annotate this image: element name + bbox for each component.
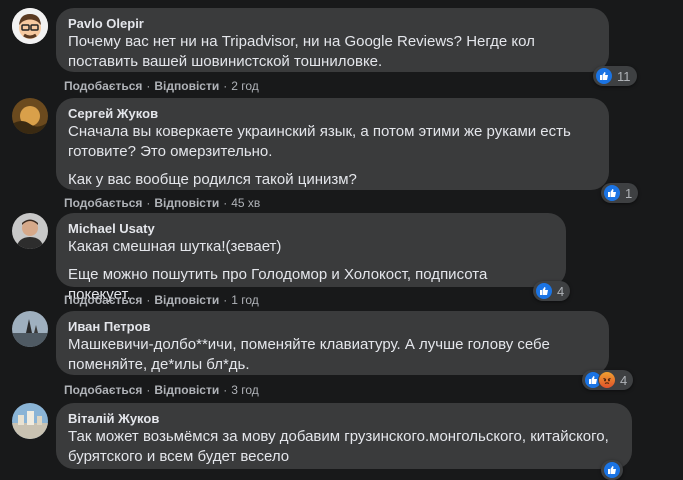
comment-bubble: Сергей Жуков Сначала вы коверкаете украи… bbox=[56, 98, 609, 190]
comment-timestamp[interactable]: 1 год bbox=[231, 293, 259, 307]
like-button[interactable]: Подобається bbox=[64, 383, 142, 397]
comment-bubble: Michael Usaty Какая смешная шутка!(зевае… bbox=[56, 213, 566, 303]
separator-dot: · bbox=[146, 196, 151, 210]
reply-button[interactable]: Відповісти bbox=[154, 196, 219, 210]
reaction-count-badge[interactable] bbox=[601, 460, 623, 480]
like-reaction-icon bbox=[595, 67, 613, 85]
like-reaction-icon bbox=[603, 461, 621, 479]
comment-author[interactable]: Pavlo Olepir bbox=[68, 15, 597, 32]
comment-bubble: Pavlo Olepir Почему вас нет ни на Tripad… bbox=[56, 8, 609, 72]
like-button[interactable]: Подобається bbox=[64, 196, 142, 210]
like-reaction-icon bbox=[603, 184, 621, 202]
separator-dot: · bbox=[223, 196, 228, 210]
separator-dot: · bbox=[146, 383, 151, 397]
reaction-count-badge[interactable]: 1 bbox=[601, 183, 639, 203]
reply-button[interactable]: Відповісти bbox=[154, 293, 219, 307]
reaction-count-badge[interactable]: 4 bbox=[582, 370, 634, 390]
angry-reaction-icon bbox=[598, 371, 616, 389]
comment-timestamp[interactable]: 3 год bbox=[231, 383, 259, 397]
comment-text: Сначала вы коверкаете украинский язык, а… bbox=[68, 123, 571, 160]
comment-timestamp[interactable]: 2 год bbox=[231, 79, 259, 93]
avatar[interactable] bbox=[12, 403, 48, 439]
comment-author[interactable]: Michael Usaty bbox=[68, 220, 554, 237]
reaction-count: 4 bbox=[557, 283, 565, 299]
comment-actions: Подобається · Відповісти · 1 год bbox=[64, 292, 259, 308]
reaction-count: 1 bbox=[625, 185, 633, 201]
reply-button[interactable]: Відповісти bbox=[154, 79, 219, 93]
like-button[interactable]: Подобається bbox=[64, 293, 142, 307]
like-reaction-icon bbox=[535, 282, 553, 300]
reaction-count: 11 bbox=[617, 68, 631, 84]
avatar[interactable] bbox=[12, 98, 48, 134]
reaction-count: 4 bbox=[620, 372, 628, 388]
separator-dot: · bbox=[146, 293, 151, 307]
comment-author[interactable]: Иван Петров bbox=[68, 318, 597, 335]
comment-author[interactable]: Віталій Жуков bbox=[68, 410, 620, 427]
comment-bubble: Віталій Жуков Так может возьмёмся за мов… bbox=[56, 403, 632, 469]
like-button[interactable]: Подобається bbox=[64, 79, 142, 93]
avatar[interactable] bbox=[12, 311, 48, 347]
comment-bubble: Иван Петров Машкевичи-долбо**ичи, поменя… bbox=[56, 311, 609, 375]
comment-text: Так может возьмёмся за мову добавим груз… bbox=[68, 428, 609, 465]
comment-actions: Подобається · Відповісти · 2 год bbox=[64, 78, 259, 94]
avatar[interactable] bbox=[12, 8, 48, 44]
reaction-count-badge[interactable]: 11 bbox=[593, 66, 637, 86]
separator-dot: · bbox=[223, 383, 228, 397]
reply-button[interactable]: Відповісти bbox=[154, 383, 219, 397]
comment-text: Машкевичи-долбо**ичи, поменяйте клавиату… bbox=[68, 336, 550, 373]
avatar[interactable] bbox=[12, 213, 48, 249]
separator-dot: · bbox=[223, 79, 228, 93]
comment-actions: Подобається · Відповісти · 3 год bbox=[64, 382, 259, 398]
separator-dot: · bbox=[146, 79, 151, 93]
comment-actions: Подобається · Відповісти · 45 хв bbox=[64, 195, 260, 211]
comment-text: Почему вас нет ни на Tripadvisor, ни на … bbox=[68, 33, 535, 70]
comment-text: Какая смешная шутка!(зевает) bbox=[68, 238, 282, 255]
comment-timestamp[interactable]: 45 хв bbox=[231, 196, 260, 210]
separator-dot: · bbox=[223, 293, 228, 307]
comment-text: Как у вас вообще родился такой цинизм? bbox=[68, 171, 357, 188]
comment-author[interactable]: Сергей Жуков bbox=[68, 105, 597, 122]
reaction-count-badge[interactable]: 4 bbox=[533, 281, 571, 301]
